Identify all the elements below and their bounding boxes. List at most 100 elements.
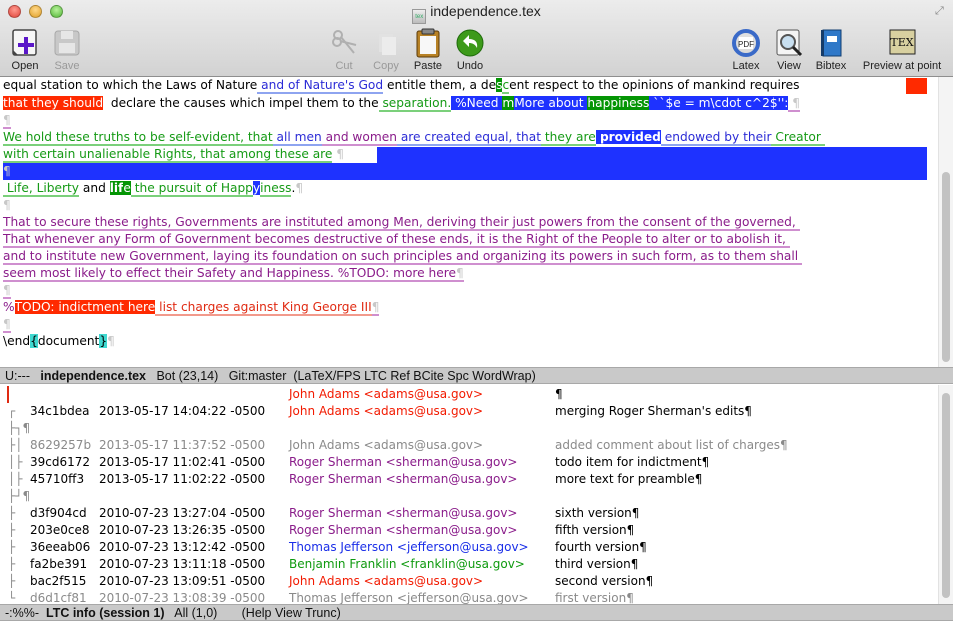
commit-hash: 39cd6172 — [30, 455, 91, 469]
text-run: and — [79, 181, 110, 195]
bibtex-button[interactable]: Bibtex — [813, 28, 849, 72]
preview-at-point-button[interactable]: TEX Preview at point — [857, 28, 947, 72]
fullscreen-icon[interactable]: ⤢ — [935, 5, 947, 17]
open-button[interactable]: Open — [8, 28, 42, 72]
cut-button[interactable]: Cut — [330, 28, 358, 72]
open-file-icon — [10, 28, 40, 58]
vc-branch: Git:master — [228, 369, 287, 383]
pdf-refresh-icon: PDF — [731, 28, 761, 58]
comment-run: happiness — [587, 96, 650, 110]
commit-author: John Adams <adams@usa.gov> — [289, 404, 484, 418]
text-run: declare the causes which impel them to t… — [103, 96, 379, 110]
tex-preview-icon: TEX — [887, 28, 917, 58]
comment-run: m — [502, 96, 515, 110]
insertion-run: seem most likely to effect their Safety … — [3, 266, 457, 282]
editor-line: Life, Liberty and life the pursuit of Ha… — [3, 180, 303, 197]
log-row[interactable]: ├│ 8629257b 2013-05-17 11:37:52 -0500 John … — [0, 437, 940, 454]
cut-label: Cut — [335, 60, 353, 72]
log-row[interactable]: ├┐¶ — [0, 420, 940, 437]
editor-line: seem most likely to effect their Safety … — [3, 265, 464, 282]
log-row[interactable]: ├ bac2f515 2010-07-23 13:09:51 -0500 John A… — [0, 573, 940, 590]
save-disk-icon — [52, 28, 82, 58]
latex-label: Latex — [732, 60, 760, 72]
graph-glyph: │├ — [8, 455, 23, 469]
commit-message: second version¶ — [555, 574, 654, 588]
insertion-run: Life, Liberty — [3, 181, 79, 197]
minibuffer[interactable] — [0, 622, 953, 639]
insertion-run: all men — [272, 130, 322, 146]
insertion-highlight: More about — [514, 96, 588, 110]
log-row[interactable]: ├┘¶ — [0, 488, 940, 505]
editor-scrollbar[interactable] — [938, 77, 953, 368]
commit-hash: d6d1cf81 — [30, 591, 87, 605]
log-row[interactable]: ├ fa2be391 2010-07-23 13:11:18 -0500 Benjam… — [0, 556, 940, 573]
undo-button[interactable]: Undo — [454, 28, 486, 72]
commit-message: ¶ — [555, 387, 563, 401]
editor-line: with certain unalienable Rights, that am… — [3, 146, 344, 163]
scissors-icon — [330, 28, 360, 58]
graph-glyph: ├ — [8, 557, 16, 571]
copy-label: Copy — [373, 60, 399, 72]
commit-date: 2010-07-23 13:27:04 -0500 — [99, 506, 266, 520]
copy-button[interactable]: Copy — [370, 28, 402, 72]
commit-message: fifth version¶ — [555, 523, 635, 537]
commit-date: 2013-05-17 11:37:52 -0500 — [99, 438, 266, 452]
editor-scroll-thumb[interactable] — [942, 172, 950, 362]
editor-line: That to secure these rights, Governments… — [3, 214, 800, 231]
comment-run: lif — [109, 181, 124, 195]
editor-modeline: U:--- independence.tex Bot (23,14) Git:m… — [0, 367, 953, 384]
commit-author: John Adams <adams@usa.gov> — [289, 574, 484, 588]
log-row[interactable]: ├ 36eeab06 2010-07-23 13:12:42 -0500 Thomas… — [0, 539, 940, 556]
graph-glyph: │├ — [8, 472, 23, 486]
insertion-run: the pursuit of Happ — [130, 181, 253, 197]
pilcrow: ¶ — [3, 317, 11, 333]
commit-hash: 36eeab06 — [30, 540, 91, 554]
comment-run: e — [123, 181, 131, 195]
editor-line: that they should declare the causes whic… — [3, 95, 801, 112]
commit-hash: 203e0ce8 — [30, 523, 90, 537]
window-toolbar: tex independence.tex ⤢ Open Save Cut Cop… — [0, 0, 953, 77]
pilcrow: ¶ — [371, 300, 380, 316]
log-row[interactable]: ┌ 34c1bdea 2013-05-17 14:04:22 -0500 John A… — [0, 403, 940, 420]
commit-hash: d3f904cd — [30, 506, 87, 520]
text-run: entitle them, a de — [383, 78, 497, 92]
paste-label: Paste — [413, 60, 443, 72]
log-scroll-thumb[interactable] — [942, 393, 950, 598]
graph-glyph: ├┘¶ — [8, 489, 31, 503]
log-row[interactable]: ├ d3f904cd 2010-07-23 13:27:04 -0500 Roger … — [0, 505, 940, 522]
commit-date: 2013-05-17 11:02:41 -0500 — [99, 455, 266, 469]
commit-author: Roger Sherman <sherman@usa.gov> — [289, 472, 518, 486]
commit-date: 2010-07-23 13:11:18 -0500 — [99, 557, 266, 571]
latex-editor[interactable]: equal station to which the Laws of Natur… — [0, 77, 953, 368]
insertion-run: list charges against King George III — [155, 300, 372, 316]
commit-date: 2013-05-17 11:02:22 -0500 — [99, 472, 266, 486]
insertion-run: with certain unalienable Rights, that am… — [3, 147, 333, 163]
log-row[interactable]: ├ 203e0ce8 2010-07-23 13:26:35 -0500 Roger … — [0, 522, 940, 539]
active-modes: (Help View Trunc) — [241, 606, 341, 620]
bibtex-label: Bibtex — [815, 60, 847, 72]
log-scrollbar[interactable] — [938, 385, 953, 605]
log-row[interactable]: John Adams <adams@usa.gov> ¶ — [0, 386, 940, 403]
insertion-highlight: %Need — [451, 96, 503, 110]
commit-message: todo item for indictment¶ — [555, 455, 710, 469]
log-row[interactable]: └ d6d1cf81 2010-07-23 13:08:39 -0500 Thomas… — [0, 590, 940, 605]
pilcrow: ¶ — [788, 96, 801, 112]
commit-author: Thomas Jefferson <jefferson@usa.gov> — [289, 540, 529, 554]
active-modes: (LaTeX/FPS LTC Ref BCite Spc WordWrap) — [293, 369, 536, 383]
commit-message: third version¶ — [555, 557, 639, 571]
commit-date: 2013-05-17 14:04:22 -0500 — [99, 404, 266, 418]
commit-message: merging Roger Sherman's edits¶ — [555, 404, 752, 418]
text-run: equal station to which the Laws of Natur… — [3, 78, 258, 92]
log-row[interactable]: │├ 45710ff3 2013-05-17 11:02:22 -0500 Roger… — [0, 471, 940, 488]
save-button[interactable]: Save — [50, 28, 84, 72]
view-button[interactable]: View — [773, 28, 805, 72]
insertion-run: and women — [321, 130, 397, 146]
paste-button[interactable]: Paste — [412, 28, 444, 72]
insertion-run: Creator — [771, 130, 825, 146]
commit-log[interactable]: John Adams <adams@usa.gov> ¶ ┌ 34c1bdea 2013… — [0, 385, 953, 605]
log-row[interactable]: │├ 39cd6172 2013-05-17 11:02:41 -0500 Roger… — [0, 454, 940, 471]
deletion-run: TODO: indictment here — [14, 300, 156, 314]
save-label: Save — [54, 60, 80, 72]
graph-glyph: ├┐¶ — [8, 421, 31, 435]
latex-button[interactable]: PDF Latex — [730, 28, 762, 72]
